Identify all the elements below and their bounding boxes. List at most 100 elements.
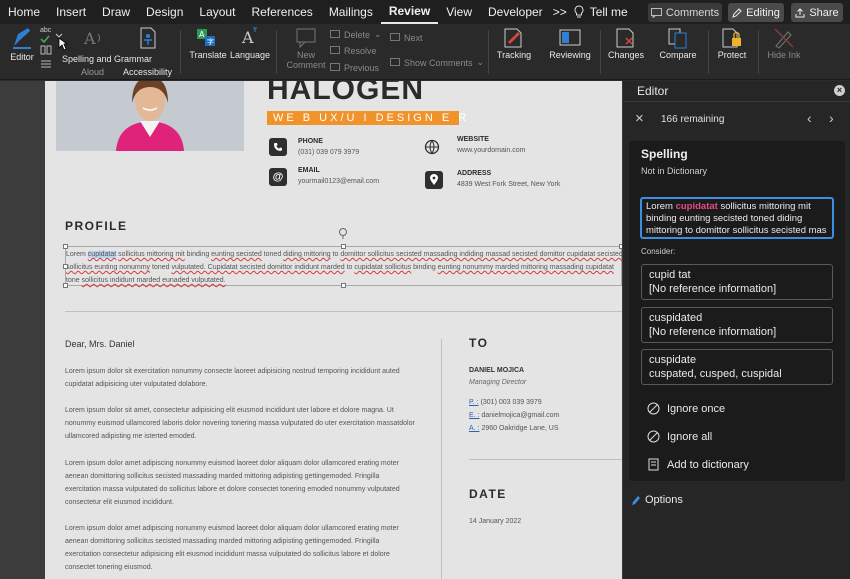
- menu-view[interactable]: View: [438, 0, 480, 24]
- changes-icon: [616, 28, 634, 48]
- tell-me-label: Tell me: [589, 5, 628, 19]
- phone-icon: [269, 138, 287, 156]
- hide-ink-button[interactable]: Hide Ink: [764, 26, 804, 60]
- highlighted-error-word[interactable]: cupidatat: [87, 251, 117, 258]
- letter-paragraph-2: Lorem ipsum dolor sit amet, consectetur …: [65, 407, 415, 440]
- pencil-icon: [732, 7, 742, 18]
- letter-paragraph-4: Lorem ipsum dolor amet adipiscing nonumm…: [65, 525, 399, 571]
- next-comment-button[interactable]: Next: [390, 33, 423, 43]
- suggestion-info: cuspated, cusped, cuspidal: [649, 368, 782, 380]
- options-button[interactable]: Options: [631, 494, 683, 506]
- recipient-phone: P. : (301) 003 039 3979: [469, 399, 542, 406]
- suggestion-info: [No reference information]: [649, 283, 777, 295]
- rotate-handle-icon[interactable]: [338, 227, 348, 239]
- comments-button[interactable]: Comments: [648, 3, 722, 22]
- tell-me[interactable]: Tell me: [573, 5, 628, 19]
- ribbon-separator: [276, 30, 277, 74]
- menu-draw[interactable]: Draw: [94, 0, 138, 24]
- accessibility-icon: [140, 27, 156, 49]
- email-value: yourmail0123@email.com: [298, 178, 380, 185]
- protect-label: Protect: [717, 50, 747, 60]
- read-aloud-button[interactable]: A: [78, 26, 108, 50]
- check-icon: [40, 35, 50, 43]
- email-prefix: E. :: [469, 412, 480, 419]
- menu-design[interactable]: Design: [138, 0, 191, 24]
- recipient-role: Managing Director: [469, 379, 527, 386]
- share-button[interactable]: Share: [791, 3, 843, 22]
- compare-label: Compare: [659, 50, 697, 60]
- abc-check-icon: abc: [40, 27, 52, 34]
- editing-button[interactable]: Editing: [728, 3, 784, 22]
- suggestion-cuspidate[interactable]: cuspidate cuspated, cusped, cuspidal: [641, 349, 833, 385]
- previous-issue-icon[interactable]: ‹: [807, 110, 812, 126]
- consider-label: Consider:: [641, 247, 676, 256]
- options-label: Options: [645, 494, 683, 506]
- editor-ribbon-button[interactable]: Editor: [8, 26, 36, 62]
- resize-handle[interactable]: [63, 244, 68, 249]
- dismiss-icon[interactable]: ×: [635, 111, 644, 127]
- profile-heading: PROFILE: [65, 219, 128, 233]
- resize-handle[interactable]: [63, 283, 68, 288]
- profile-first-word: Lorem: [66, 251, 88, 258]
- read-aloud-icon: A: [83, 29, 100, 48]
- menu-insert[interactable]: Insert: [48, 0, 94, 24]
- spelling-label: Spelling and Grammar: [62, 54, 153, 64]
- recipient-email-value: danielmojica@gmail.com: [481, 412, 560, 419]
- editor-pane: Editor × × 166 remaining ‹ › Spelling No…: [622, 81, 850, 579]
- accessibility-button[interactable]: [125, 26, 171, 50]
- new-comment-button[interactable]: New Comment: [284, 26, 328, 70]
- menu-developer[interactable]: Developer: [480, 0, 551, 24]
- resize-handle[interactable]: [341, 283, 346, 288]
- menu-layout[interactable]: Layout: [191, 0, 243, 24]
- address-value: 4839 West Fork Street, New York: [457, 181, 561, 188]
- previous-comment-button[interactable]: Previous: [330, 63, 379, 73]
- language-button[interactable]: A Language: [230, 26, 270, 60]
- editing-label: Editing: [746, 6, 780, 19]
- menu-mailings[interactable]: Mailings: [321, 0, 381, 24]
- resolve-comment-button[interactable]: Resolve: [330, 46, 377, 56]
- menu-overflow[interactable]: >>: [551, 0, 569, 24]
- ribbon-separator: [600, 30, 601, 74]
- protect-button[interactable]: Protect: [712, 26, 752, 60]
- document-canvas[interactable]: HALOGEN WE B UX/U I DESIGN E R PHONE (03…: [0, 81, 622, 579]
- suggestion-cupid-tat[interactable]: cupid tat [No reference information]: [641, 264, 833, 300]
- to-divider: [469, 459, 622, 460]
- compare-icon: [668, 28, 687, 49]
- show-comments-button[interactable]: Show Comments ⌄: [390, 57, 484, 68]
- next-issue-icon[interactable]: ›: [829, 110, 834, 126]
- ignore-all-button[interactable]: Ignore all: [647, 430, 712, 443]
- svg-text:字: 字: [207, 37, 214, 46]
- ignore-all-icon: [647, 430, 660, 443]
- phone-value: (031) 039 079 3979: [298, 149, 360, 156]
- changes-button[interactable]: Changes: [606, 26, 646, 60]
- spelling-tooltip: Spelling and Grammar: [62, 54, 152, 64]
- spelling-grammar-button[interactable]: abc: [38, 27, 68, 73]
- compare-button[interactable]: Compare: [656, 26, 700, 60]
- resize-handle[interactable]: [63, 264, 68, 269]
- menu-references[interactable]: References: [243, 0, 320, 24]
- menu-review[interactable]: Review: [380, 0, 439, 24]
- suggestion-cuspidated[interactable]: cuspidated [No reference information]: [641, 307, 833, 343]
- comment-icon: [650, 7, 662, 18]
- translate-button[interactable]: A字 Translate: [188, 26, 228, 60]
- add-to-dictionary-button[interactable]: Add to dictionary: [647, 458, 749, 471]
- menu-home[interactable]: Home: [0, 0, 48, 24]
- ignore-once-button[interactable]: Ignore once: [647, 402, 725, 415]
- resolve-label: Resolve: [344, 46, 377, 56]
- recipient-address: A. : 2960 Oakridge Lane, US: [469, 425, 559, 432]
- resume-page[interactable]: HALOGEN WE B UX/U I DESIGN E R PHONE (03…: [45, 81, 622, 579]
- error-context-box[interactable]: Lorem cupidatat sollicitus mittoring mit…: [640, 197, 834, 239]
- hide-ink-label: Hide Ink: [767, 50, 801, 60]
- letter-date: 14 January 2022: [469, 518, 522, 525]
- delete-comment-icon: [330, 29, 340, 38]
- recipient-name: DANIEL MOJICA: [469, 367, 525, 374]
- section-divider: [65, 311, 622, 312]
- delete-comment-button[interactable]: Delete ⌄: [330, 29, 382, 40]
- remaining-count: 166 remaining: [661, 114, 725, 125]
- pencil-icon: [632, 495, 640, 505]
- resize-handle[interactable]: [341, 244, 346, 249]
- close-icon[interactable]: ×: [834, 85, 845, 96]
- reviewing-button[interactable]: Reviewing: [548, 26, 592, 60]
- tracking-button[interactable]: Tracking: [494, 26, 534, 60]
- profile-textbox[interactable]: Lorem cupidatat sollicitus mittoring mit…: [63, 244, 622, 288]
